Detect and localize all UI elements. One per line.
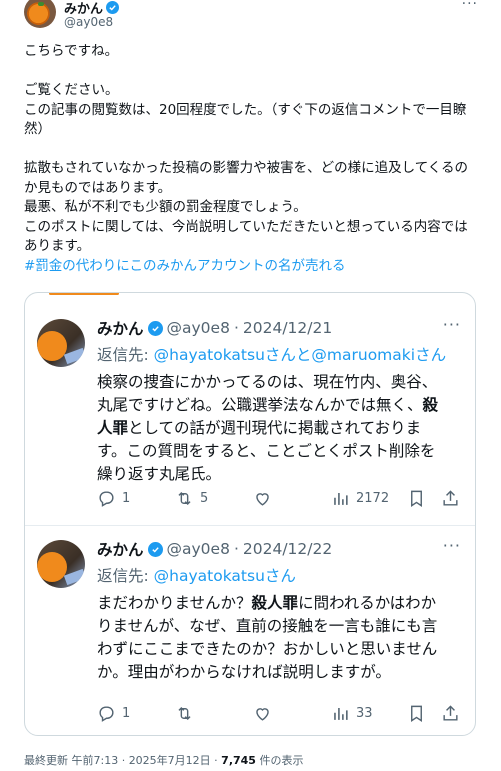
quoted-tweet-header: みかん @ay0e8 · 2024/12/21 [97,317,332,339]
reply-button[interactable]: 1 [97,489,130,508]
more-options-icon[interactable]: ··· [462,0,478,12]
author-name[interactable]: みかん [97,538,144,560]
post-date[interactable]: 2024/12/21 [243,319,332,337]
timestamp[interactable]: 最終更新 午前7:13 · 2025年7月12日 · [24,754,221,767]
text-line: す。この質問をすると、ことごとくポスト削除を [97,442,436,460]
reply-icon [99,706,114,722]
share-icon [443,705,458,721]
text-line: まだわかりませんか？殺人罪に問われるかはわか [97,594,437,612]
views-count: 2172 [356,491,390,506]
reply-to-line: 返信先: @hayatokatsuさんと@maruomakiさん [97,343,446,365]
post-line: ご覧ください。 [24,82,119,98]
post-line: この記事の閲覧数は、20回程度でした。（すぐ下の返信コメントで一目瞭 [24,101,467,118]
heart-icon [256,493,269,506]
reply-count: 1 [122,491,131,506]
mention-link[interactable]: @hayatokatsu [154,567,265,585]
like-button[interactable] [253,489,278,508]
quoted-tweet[interactable]: みかん @ay0e8 · 2024/12/21 ··· 返信先: @hayato… [25,293,475,525]
action-bar: 1 33 [97,704,467,726]
quoted-tweet-text: 検察の捜査にかかってるのは、現在竹内、奥谷、 丸尾ですけどね。公職選挙法なんかで… [97,371,467,486]
post-date[interactable]: 2024/12/22 [243,540,332,558]
views-button[interactable]: 33 [331,704,373,723]
text-line: 検察の捜査にかかってるのは、現在竹内、奥谷、 [97,373,438,391]
post-line: このポストに関しては、今尚説明していただきたいと想っている内容では [24,218,468,235]
bookmark-icon [411,705,422,722]
more-options-icon[interactable]: ··· [443,315,461,334]
quoted-tweet-header: みかん @ay0e8 · 2024/12/22 [97,538,332,560]
view-count: 7,745 [221,754,256,767]
post-line: こちらですね。 [24,43,119,59]
verified-badge-icon [147,541,163,557]
separator-dot: · [233,319,239,337]
repost-button[interactable] [175,704,200,723]
reply-icon [99,491,114,507]
repost-icon [178,706,191,721]
reply-to-line: 返信先: @hayatokatsuさん [97,564,296,586]
post-line: 然） [24,121,51,137]
reply-suffix: さん [264,567,296,585]
share-button[interactable] [441,704,460,723]
views-button[interactable]: 2172 [331,489,389,508]
separator-dot: · [233,540,239,558]
post-line: 拡散もされていなかった投稿の影響力や被害を、どの様に追及してくるの [24,160,469,176]
repost-icon [178,491,191,506]
repost-button[interactable]: 5 [175,489,208,508]
views-count: 33 [356,706,373,721]
text-line: 繰り返す丸尾氏。 [97,465,222,483]
quoted-tweet[interactable]: みかん @ay0e8 · 2024/12/22 ··· 返信先: @hayato… [25,525,475,735]
reply-suffix: さん [415,346,447,364]
verified-badge-icon [147,320,163,336]
bookmark-button[interactable] [407,704,426,723]
post-header: みかん @ay0e8 ··· [24,0,484,36]
reply-suffix: さんと [264,346,312,364]
reply-button[interactable]: 1 [97,704,130,723]
text-line: わずにここまできたのか？おかしいと思いません [97,640,438,658]
views-icon [334,492,348,505]
heart-icon [256,708,269,721]
action-bar: 1 5 2172 [97,489,467,511]
reply-count: 1 [122,706,131,721]
view-label: 件の表示 [255,754,304,767]
reply-to-label: 返信先: [97,567,154,585]
like-button[interactable] [253,704,278,723]
views-icon [334,707,348,720]
post-metadata: 最終更新 午前7:13 · 2025年7月12日 · 7,745 件の表示 [24,752,303,768]
post-line: か見ものではあります。 [24,179,172,196]
share-button[interactable] [441,489,460,508]
author-handle[interactable]: @ay0e8 [64,15,113,29]
quoted-thread-card[interactable]: みかん @ay0e8 · 2024/12/21 ··· 返信先: @hayato… [24,292,476,736]
text-line: りませんが、なぜ、直前の接触を一言も誰にも言 [97,617,438,635]
hashtag-link[interactable]: #罰金の代わりにこのみかんアカウントの名が売れる [24,257,482,277]
reply-to-label: 返信先: [97,346,154,364]
share-icon [443,490,458,506]
bookmark-button[interactable] [407,489,426,508]
mention-link[interactable]: @maruomaki [311,346,415,364]
author-name[interactable]: みかん [97,317,144,339]
more-options-icon[interactable]: ··· [443,536,461,555]
leaf-icon [38,2,44,6]
verified-badge-icon [106,1,120,14]
text-line: 丸尾ですけどね。公職選挙法なんかでは無く、殺 [97,396,439,414]
text-line: 人罪としての話が週刊現代に掲載されておりま [97,419,422,437]
author-handle[interactable]: @ay0e8 [167,540,230,558]
quoted-tweet-text: まだわかりませんか？殺人罪に問われるかはわか りませんが、なぜ、直前の接触を一言… [97,592,467,684]
avatar[interactable] [37,319,85,367]
avatar[interactable] [37,540,85,588]
mention-link[interactable]: @hayatokatsu [154,346,265,364]
bookmark-icon [411,490,422,507]
avatar[interactable] [24,0,56,28]
repost-count: 5 [200,491,209,506]
post-line: あります。 [24,238,91,254]
post-line: 最悪、私が不利でも少額の罰金程度でしょう。 [24,199,307,215]
post-body: こちらですね。 ご覧ください。 この記事の閲覧数は、20回程度でした。（すぐ下の… [24,42,482,276]
text-line: か。理由がわからなければ説明しますが。 [97,663,391,681]
author-handle[interactable]: @ay0e8 [167,319,230,337]
